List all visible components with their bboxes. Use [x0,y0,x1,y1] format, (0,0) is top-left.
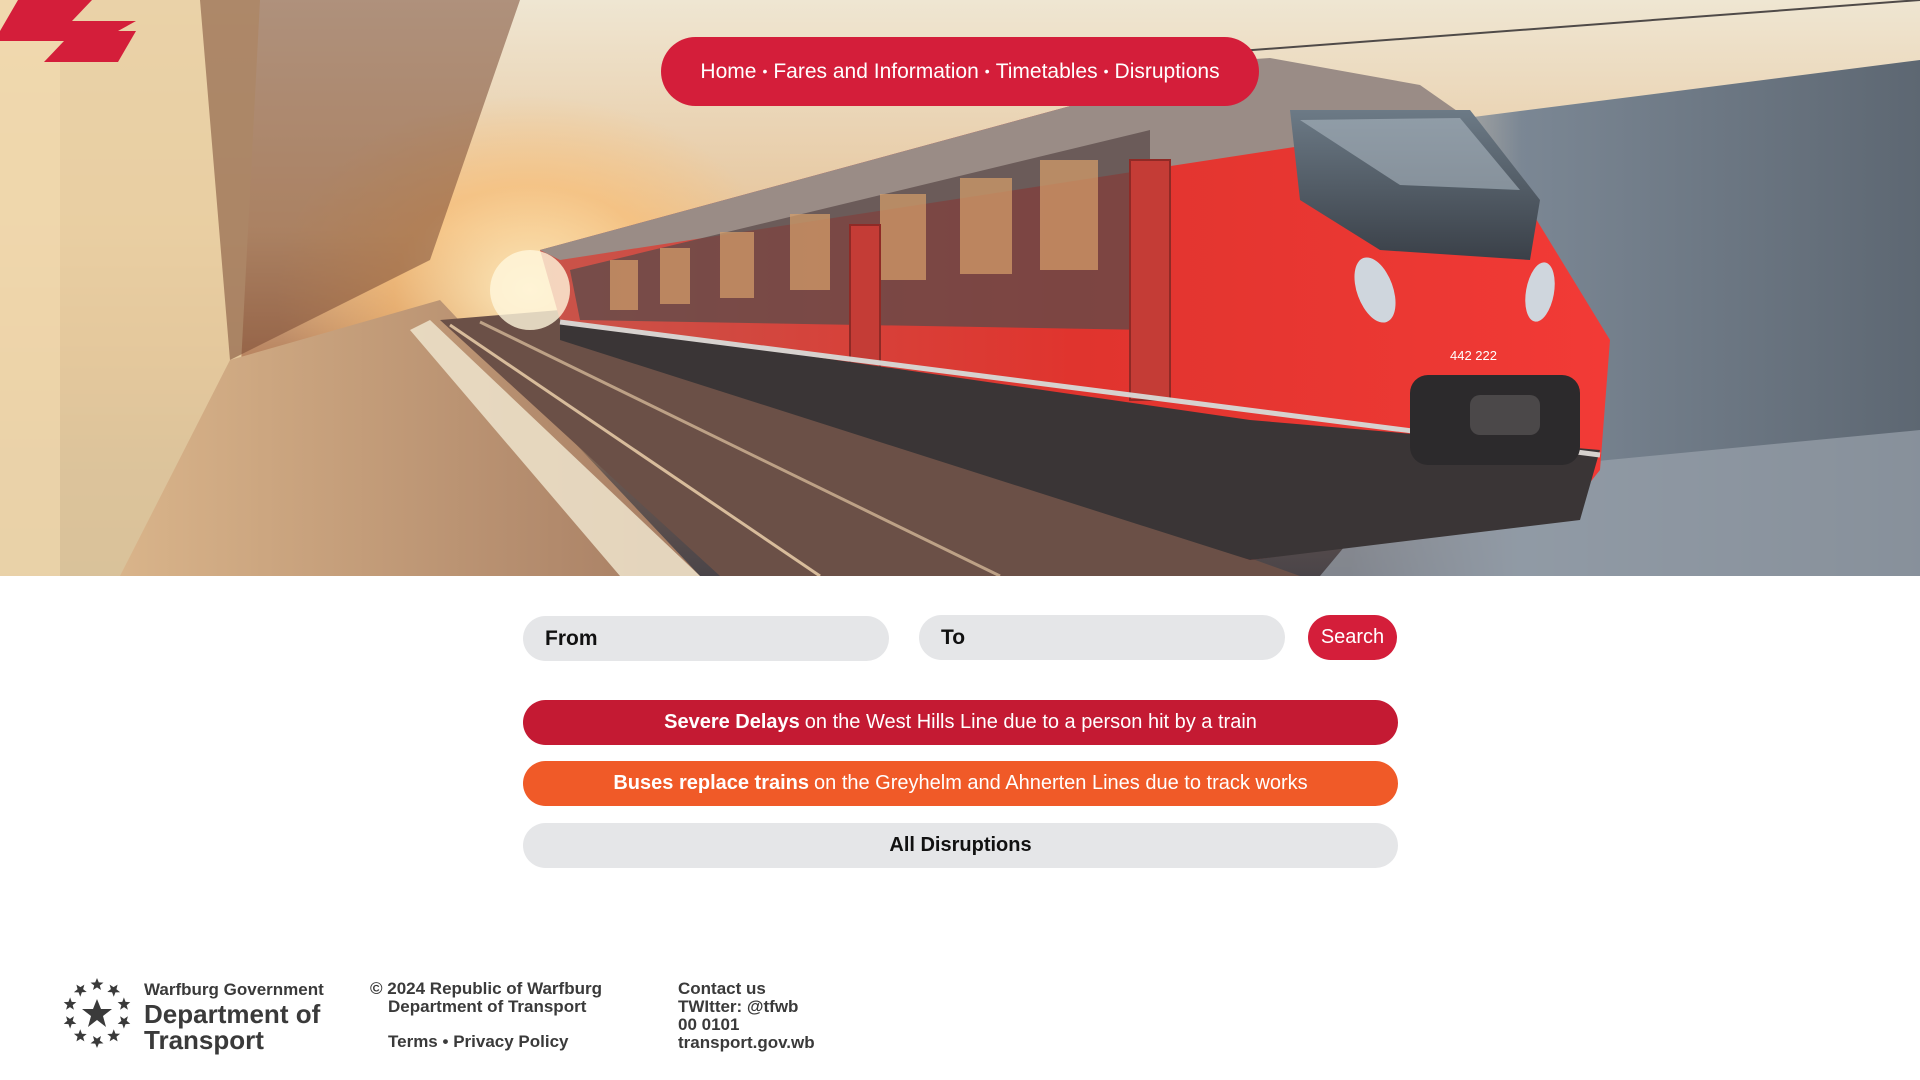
twitter-handle[interactable]: TWItter: @tfwb [678,998,815,1016]
privacy-policy-link[interactable]: Privacy Policy [453,1032,568,1051]
nav-separator: • [762,62,768,79]
nav-item-timetables[interactable]: Timetables [996,60,1098,84]
phone-number: 00 0101 [678,1015,740,1034]
alert-buses-replace-trains[interactable]: Buses replace trains on the Greyhelm and… [523,761,1398,806]
train-number: 442 222 [1450,348,1497,363]
hero-banner: 442 222 Home • Fares and Information • T… [0,0,1920,576]
search-button[interactable]: Search [1308,615,1397,660]
nav-item-fares-and-information[interactable]: Fares and Information [773,60,978,84]
contact-heading[interactable]: Contact us [678,980,815,998]
star-ring-seal-icon [61,978,133,1048]
copyright-line-2: Department of Transport [388,997,587,1016]
terms-link[interactable]: Terms [388,1032,438,1051]
legal-separator: • [442,1032,449,1051]
nav-separator: • [984,62,990,79]
nav-item-disruptions[interactable]: Disruptions [1115,60,1220,84]
legal-links: Terms • Privacy Policy [388,1032,569,1052]
department-name: Department of Transport [144,999,321,1055]
copyright-line-1: © 2024 Republic of Warfburg [370,979,602,998]
to-input[interactable] [919,615,1285,660]
alert-title: Severe Delays [664,711,800,733]
alert-title: Buses replace trains [613,772,810,794]
footer: Warfburg Government Department of Transp… [0,970,1920,1080]
nav-item-home[interactable]: Home [700,60,756,84]
government-name: Warfburg Government [144,980,324,999]
all-disruptions-button[interactable]: All Disruptions [523,823,1398,868]
alert-text: on the West Hills Line due to a person h… [804,711,1257,733]
main-nav: Home • Fares and Information • Timetable… [661,37,1259,106]
nav-separator: • [1103,62,1109,79]
double-arrow-logo-icon[interactable] [0,0,136,62]
alert-text: on the Greyhelm and Ahnerten Lines due t… [814,772,1308,794]
copyright: © 2024 Republic of Warfburg Department o… [370,980,602,1016]
website-link[interactable]: transport.gov.wb [678,1034,815,1052]
contact-block: Contact us TWItter: @tfwb 00 0101 transp… [678,980,815,1052]
alert-severe-delays[interactable]: Severe Delays on the West Hills Line due… [523,700,1398,745]
from-input[interactable] [523,616,889,661]
